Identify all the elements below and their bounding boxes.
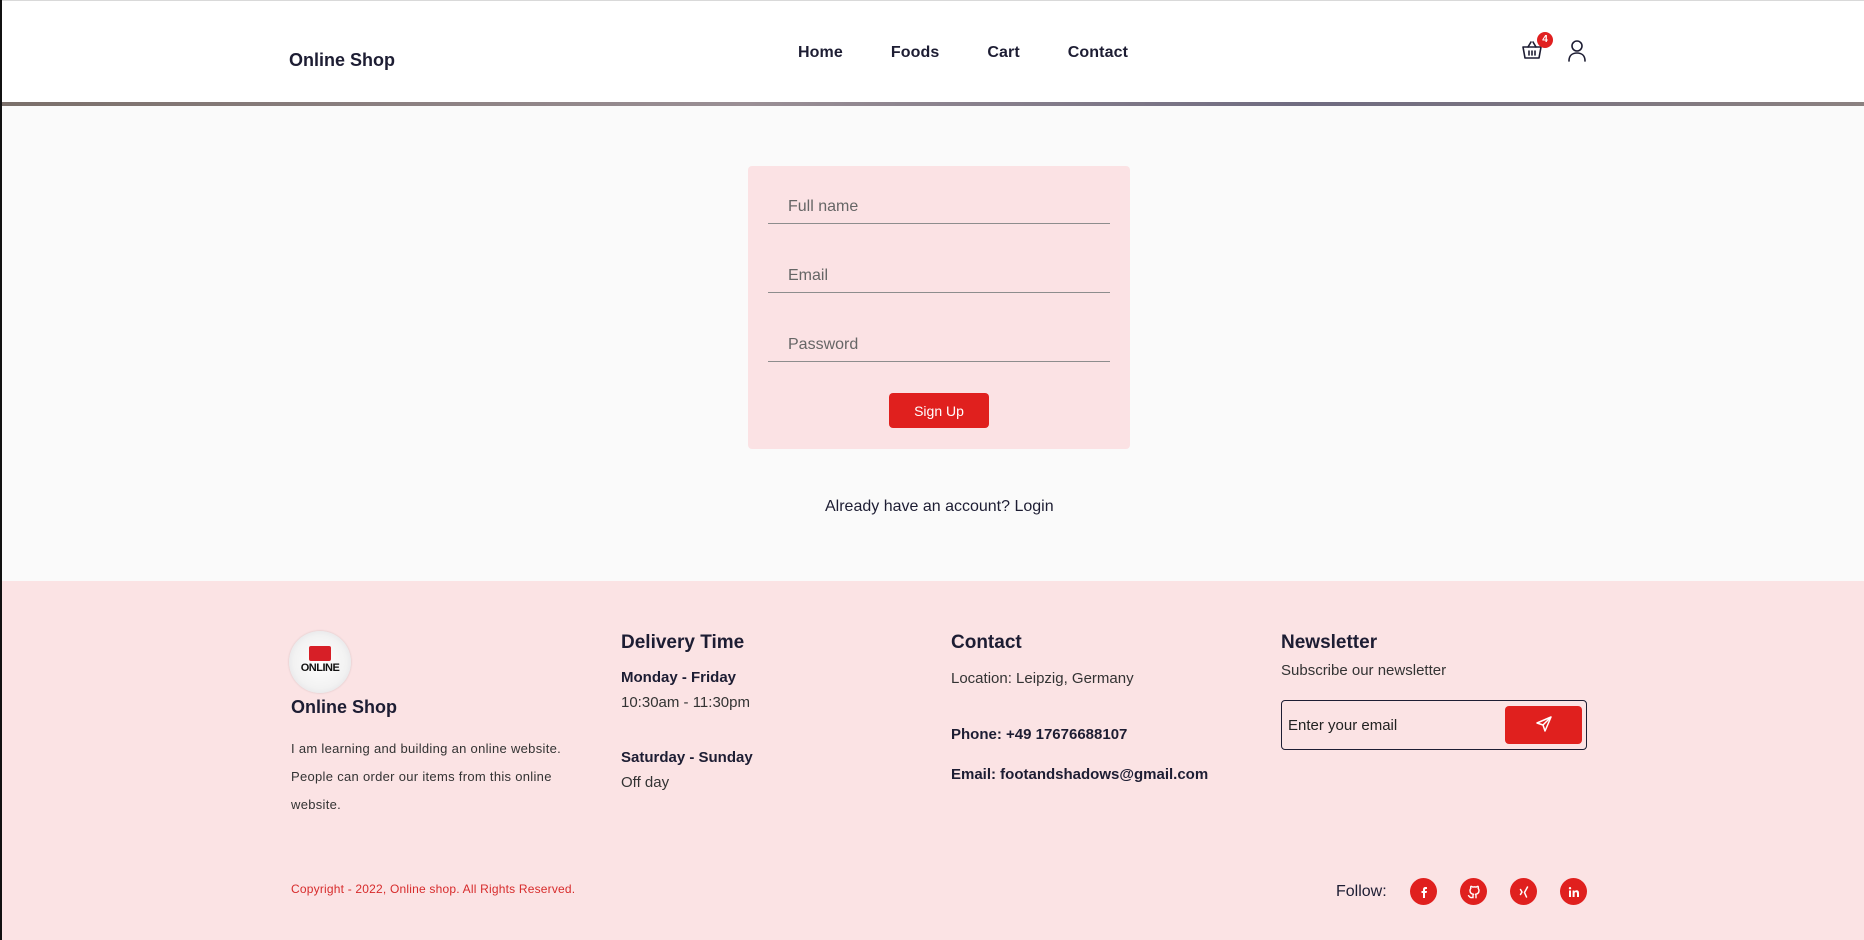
signup-button[interactable]: Sign Up bbox=[889, 393, 989, 428]
delivery-weekday-label: Monday - Friday bbox=[621, 669, 737, 686]
password-input[interactable] bbox=[768, 328, 1110, 362]
github-icon[interactable] bbox=[1460, 878, 1487, 905]
follow-label: Follow: bbox=[1336, 883, 1387, 900]
login-prompt-text: Already have an account? bbox=[825, 498, 1011, 515]
delivery-weekend-hours: Off day bbox=[621, 774, 670, 791]
contact-title: Contact bbox=[951, 632, 1022, 653]
nav-foods[interactable]: Foods bbox=[891, 44, 940, 62]
shop-logo-icon bbox=[309, 646, 331, 661]
newsletter-form bbox=[1281, 700, 1587, 750]
contact-location: Location: Leipzig, Germany bbox=[951, 670, 1134, 687]
send-icon bbox=[1535, 715, 1552, 735]
newsletter-email-input[interactable] bbox=[1288, 711, 1498, 739]
login-link[interactable]: Login bbox=[1014, 498, 1053, 515]
footer-logo-word: ONLINE bbox=[300, 662, 340, 674]
main-nav: Home Foods Cart Contact bbox=[798, 44, 1128, 62]
linkedin-icon[interactable] bbox=[1560, 878, 1587, 905]
xing-icon[interactable] bbox=[1510, 878, 1537, 905]
contact-phone[interactable]: Phone: +49 17676688107 bbox=[951, 726, 1127, 743]
newsletter-title: Newsletter bbox=[1281, 632, 1378, 653]
cart-count-badge: 4 bbox=[1537, 32, 1553, 48]
user-icon[interactable] bbox=[1566, 39, 1588, 63]
nav-cart[interactable]: Cart bbox=[987, 44, 1019, 62]
header-divider bbox=[2, 102, 1864, 106]
footer-logo: ONLINE bbox=[289, 631, 351, 693]
newsletter-submit-button[interactable] bbox=[1505, 706, 1582, 744]
footer-brand: Online Shop bbox=[291, 697, 397, 717]
delivery-weekend-label: Saturday - Sunday bbox=[621, 749, 753, 766]
login-prompt: Already have an account? Login bbox=[825, 498, 1054, 516]
site-header: Online Shop Home Foods Cart Contact 4 bbox=[2, 0, 1864, 102]
delivery-title: Delivery Time bbox=[621, 632, 745, 653]
contact-email[interactable]: Email: footandshadows@gmail.com bbox=[951, 766, 1208, 783]
facebook-icon[interactable] bbox=[1410, 878, 1437, 905]
copyright-text: Copyright - 2022, Online shop. All Right… bbox=[291, 882, 576, 896]
footer-about-text: I am learning and building an online web… bbox=[291, 741, 562, 812]
newsletter-subtitle: Subscribe our newsletter bbox=[1281, 662, 1447, 679]
nav-contact[interactable]: Contact bbox=[1068, 44, 1128, 62]
email-input[interactable] bbox=[768, 259, 1110, 293]
full-name-input[interactable] bbox=[768, 190, 1110, 224]
nav-home[interactable]: Home bbox=[798, 44, 843, 62]
delivery-weekday-hours: 10:30am - 11:30pm bbox=[621, 694, 750, 711]
site-logo[interactable]: Online Shop bbox=[289, 50, 395, 71]
